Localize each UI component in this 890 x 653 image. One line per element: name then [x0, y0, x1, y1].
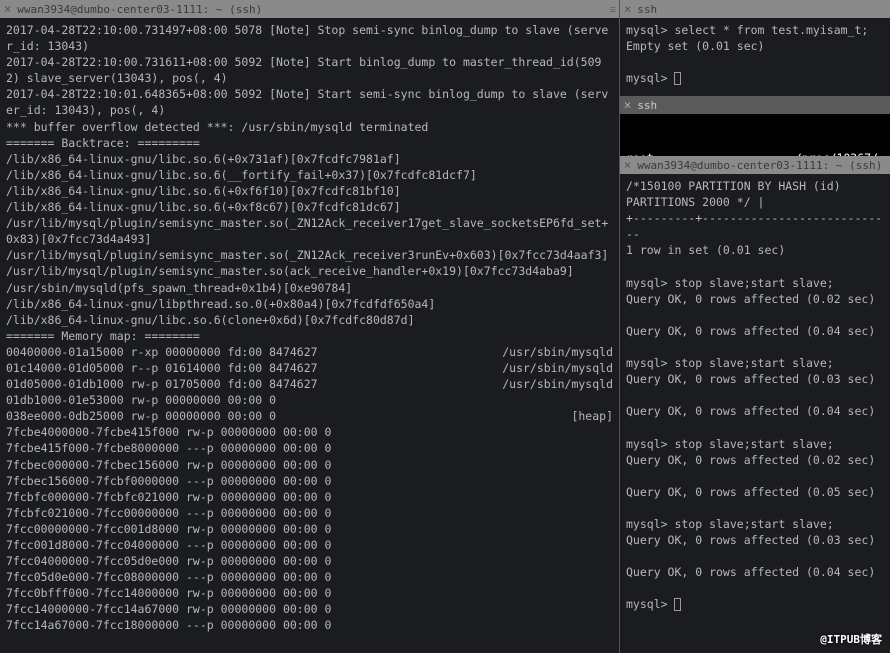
- terminal-line: /lib/x86_64-linux-gnu/libpthread.so.0(+0…: [6, 296, 613, 312]
- memmap-line: 00400000-01a15000 r-xp 00000000 fd:00 84…: [6, 344, 613, 360]
- terminal-line: *** buffer overflow detected ***: /usr/s…: [6, 119, 613, 135]
- right3-tab-title: wwan3934@dumbo-center03-1111: ~ (ssh): [637, 159, 886, 172]
- terminal-line: [626, 468, 884, 484]
- terminal-line: Query OK, 0 rows affected (0.04 sec): [626, 403, 884, 419]
- terminal-line: [626, 419, 884, 435]
- terminal-line: Query OK, 0 rows affected (0.03 sec): [626, 532, 884, 548]
- terminal-line: /lib/x86_64-linux-gnu/libc.so.6(+0xf6f10…: [6, 183, 613, 199]
- right-pane: × ssh mysql> select * from test.myisam_t…: [620, 0, 890, 653]
- memmap-line: 7fcc0bfff000-7fcc14000000 rw-p 00000000 …: [6, 585, 613, 601]
- terminal-line: mysql> stop slave;start slave;: [626, 275, 884, 291]
- terminal-line: 2017-04-28T22:10:01.648365+08:00 5092 [N…: [6, 86, 613, 118]
- terminal-line: [626, 387, 884, 403]
- right2-terminal[interactable]: root@ :/proc/10367/fd 2033: [620, 114, 890, 156]
- right1-terminal[interactable]: mysql> select * from test.myisam_t;Empty…: [620, 18, 890, 96]
- terminal-line: ======= Backtrace: =========: [6, 135, 613, 151]
- terminal-line: 1 row in set (0.01 sec): [626, 242, 884, 258]
- terminal-line: Empty set (0.01 sec): [626, 38, 884, 54]
- terminal-line: /usr/sbin/mysqld(pfs_spawn_thread+0x1b4)…: [6, 280, 613, 296]
- terminal-line: /usr/lib/mysql/plugin/semisync_master.so…: [6, 247, 613, 263]
- terminal-line: [626, 500, 884, 516]
- terminal-line: [626, 307, 884, 323]
- right3-terminal[interactable]: /*150100 PARTITION BY HASH (id)PARTITION…: [620, 174, 890, 653]
- memmap-line: 038ee000-0db25000 rw-p 00000000 00:00 0[…: [6, 408, 613, 424]
- memmap-line: 7fcc00000000-7fcc001d8000 rw-p 00000000 …: [6, 521, 613, 537]
- terminal-line: +---------+----------------------------: [626, 210, 884, 242]
- terminal-line: /usr/lib/mysql/plugin/semisync_master.so…: [6, 263, 613, 279]
- right2-tab-title: ssh: [637, 99, 886, 112]
- terminal-line: PARTITIONS 2000 */ |: [626, 194, 884, 210]
- terminal-line: /lib/x86_64-linux-gnu/libc.so.6(clone+0x…: [6, 312, 613, 328]
- terminal-line: mysql>: [626, 70, 884, 86]
- terminal-line: ======= Memory map: ========: [6, 328, 613, 344]
- terminal-line: mysql> stop slave;start slave;: [626, 436, 884, 452]
- memmap-line: 7fcc14a67000-7fcc18000000 ---p 00000000 …: [6, 617, 613, 633]
- terminal-line: [626, 548, 884, 564]
- terminal-line: /lib/x86_64-linux-gnu/libc.so.6(__fortif…: [6, 167, 613, 183]
- left-tab-bar[interactable]: × wwan3934@dumbo-center03-1111: ~ (ssh) …: [0, 0, 619, 18]
- memmap-line: 7fcbe4000000-7fcbe415f000 rw-p 00000000 …: [6, 424, 613, 440]
- terminal-line: mysql> select * from test.myisam_t;: [626, 22, 884, 38]
- memmap-line: 01db1000-01e53000 rw-p 00000000 00:00 0: [6, 392, 613, 408]
- right3-tab-bar[interactable]: × wwan3934@dumbo-center03-1111: ~ (ssh): [620, 156, 890, 174]
- terminal-line: 2017-04-28T22:10:00.731497+08:00 5078 [N…: [6, 22, 613, 54]
- close-icon[interactable]: ×: [624, 2, 631, 16]
- terminal-line: /usr/lib/mysql/plugin/semisync_master.so…: [6, 215, 613, 247]
- close-icon[interactable]: ×: [624, 158, 631, 172]
- right2-tab-bar[interactable]: × ssh: [620, 96, 890, 114]
- memmap-line: 7fcbec156000-7fcbf0000000 ---p 00000000 …: [6, 473, 613, 489]
- terminal-line: Query OK, 0 rows affected (0.04 sec): [626, 564, 884, 580]
- watermark: @ITPUB博客: [820, 631, 882, 647]
- memmap-line: 7fcbe415f000-7fcbe8000000 ---p 00000000 …: [6, 440, 613, 456]
- memmap-line: 01d05000-01db1000 rw-p 01705000 fd:00 84…: [6, 376, 613, 392]
- terminal-line: Query OK, 0 rows affected (0.02 sec): [626, 452, 884, 468]
- right1-tab-bar[interactable]: × ssh: [620, 0, 890, 18]
- terminal-line: [626, 339, 884, 355]
- close-icon[interactable]: ×: [624, 98, 631, 112]
- memmap-line: 7fcbfc021000-7fcc00000000 ---p 00000000 …: [6, 505, 613, 521]
- memmap-line: 01c14000-01d05000 r--p 01614000 fd:00 84…: [6, 360, 613, 376]
- memmap-line: 7fcc001d8000-7fcc04000000 ---p 00000000 …: [6, 537, 613, 553]
- terminal-line: /*150100 PARTITION BY HASH (id): [626, 178, 884, 194]
- left-tab-title: wwan3934@dumbo-center03-1111: ~ (ssh): [17, 3, 609, 16]
- memmap-line: 7fcbec000000-7fcbec156000 rw-p 00000000 …: [6, 457, 613, 473]
- terminal-line: 2017-04-28T22:10:00.731611+08:00 5092 [N…: [6, 54, 613, 86]
- terminal-line: Query OK, 0 rows affected (0.02 sec): [626, 291, 884, 307]
- hamburger-icon[interactable]: ≡: [609, 3, 615, 16]
- memmap-line: 7fcc04000000-7fcc05d0e000 rw-p 00000000 …: [6, 553, 613, 569]
- terminal-line: mysql>: [626, 596, 884, 612]
- terminal-line: /lib/x86_64-linux-gnu/libc.so.6(+0x731af…: [6, 151, 613, 167]
- terminal-line: [626, 580, 884, 596]
- terminal-line: Query OK, 0 rows affected (0.04 sec): [626, 323, 884, 339]
- right1-tab-title: ssh: [637, 3, 886, 16]
- cursor: [674, 598, 681, 611]
- cursor: [674, 72, 681, 85]
- memmap-line: 7fcc14000000-7fcc14a67000 rw-p 00000000 …: [6, 601, 613, 617]
- left-terminal[interactable]: 2017-04-28T22:10:00.731497+08:00 5078 [N…: [0, 18, 619, 653]
- terminal-line: /lib/x86_64-linux-gnu/libc.so.6(+0xf8c67…: [6, 199, 613, 215]
- terminal-line: mysql> stop slave;start slave;: [626, 355, 884, 371]
- terminal-line: mysql> stop slave;start slave;: [626, 516, 884, 532]
- terminal-line: [626, 54, 884, 70]
- memmap-line: 7fcc05d0e000-7fcc08000000 ---p 00000000 …: [6, 569, 613, 585]
- terminal-line: Query OK, 0 rows affected (0.05 sec): [626, 484, 884, 500]
- close-icon[interactable]: ×: [4, 2, 11, 16]
- terminal-line: Query OK, 0 rows affected (0.03 sec): [626, 371, 884, 387]
- terminal-line: [626, 258, 884, 274]
- left-pane: × wwan3934@dumbo-center03-1111: ~ (ssh) …: [0, 0, 620, 653]
- memmap-line: 7fcbfc000000-7fcbfc021000 rw-p 00000000 …: [6, 489, 613, 505]
